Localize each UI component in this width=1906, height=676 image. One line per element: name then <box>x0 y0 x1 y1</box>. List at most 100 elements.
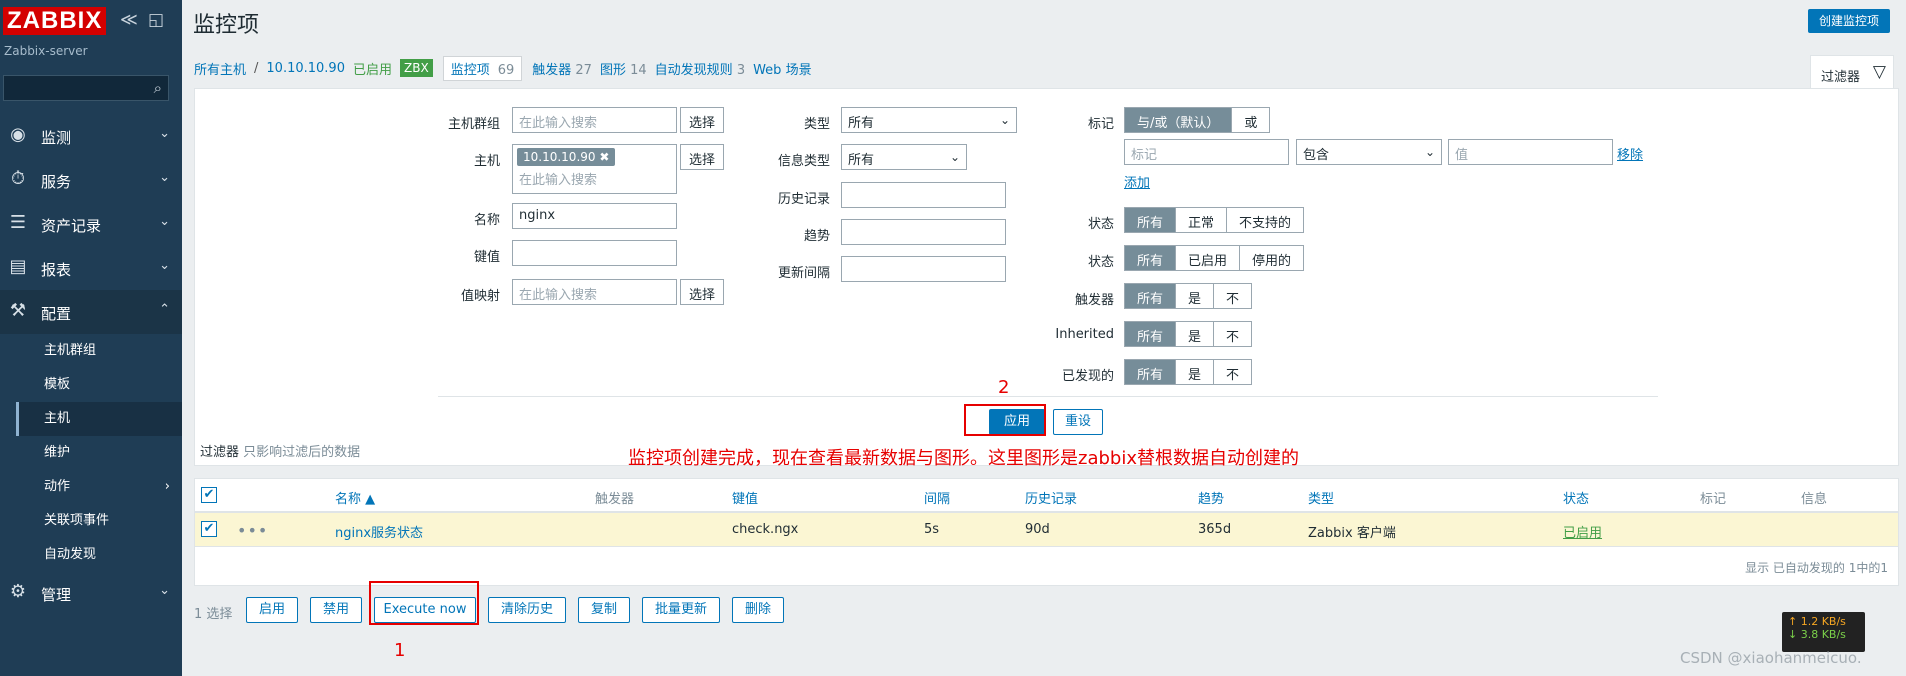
breadcrumb-all-hosts[interactable]: 所有主机 <box>194 59 246 78</box>
inherited-no-option[interactable]: 不 <box>1214 322 1251 346</box>
mass-enable-button[interactable]: 启用 <box>246 597 298 623</box>
nav-reports[interactable]: ▤ 报表 ⌄ <box>0 246 182 290</box>
state-normal-option[interactable]: 正常 <box>1176 208 1228 232</box>
type-select[interactable]: 所有 ⌄ <box>841 107 1017 133</box>
discovered-all-option[interactable]: 所有 <box>1125 360 1177 384</box>
add-tag-link[interactable]: 添加 <box>1124 172 1150 191</box>
state-all-option[interactable]: 所有 <box>1125 208 1177 232</box>
update-interval-input[interactable] <box>841 256 1006 282</box>
tag-name-input[interactable]: 标记 <box>1124 139 1289 165</box>
remove-chip-icon[interactable]: ✖ <box>599 150 609 164</box>
item-trends: 365d <box>1198 522 1232 537</box>
more-actions-icon[interactable]: ••• <box>237 521 268 540</box>
filter-tab[interactable]: 过滤器 ▽ <box>1810 55 1894 89</box>
host-select-button[interactable]: 选择 <box>680 144 725 170</box>
nav-monitoring[interactable]: ◉ 监测 ⌄ <box>0 114 182 158</box>
sidebar-item-host-groups[interactable]: 主机群组 <box>16 334 182 368</box>
copy-button[interactable]: 复制 <box>578 597 630 623</box>
triggers-no-option[interactable]: 不 <box>1214 284 1251 308</box>
update-interval-label: 更新间隔 <box>777 266 830 281</box>
sidebar-item-templates[interactable]: 模板 <box>16 368 182 402</box>
selected-count: 1 选择 <box>194 607 233 622</box>
chevron-down-icon: ⌄ <box>159 214 170 229</box>
delete-button[interactable]: 删除 <box>732 597 784 623</box>
trends-input[interactable] <box>841 219 1006 245</box>
state-unsupported-option[interactable]: 不支持的 <box>1227 208 1303 232</box>
value-map-input[interactable]: 在此输入搜索 <box>512 279 677 305</box>
host-chip: 10.10.10.90 ✖ <box>517 148 616 166</box>
sidebar-search-input[interactable]: ⌕ <box>3 75 169 101</box>
status-all-option[interactable]: 所有 <box>1125 246 1177 270</box>
nav-configuration-label: 配置 <box>41 305 72 323</box>
tab-triggers[interactable]: 触发器 27 <box>532 59 592 78</box>
key-input[interactable] <box>512 240 677 266</box>
sidebar-item-event-correlation[interactable]: 关联项事件 <box>16 504 182 538</box>
host-placeholder: 在此输入搜索 <box>519 173 598 188</box>
collapse-sidebar-icon[interactable]: ≪ <box>120 10 138 30</box>
tab-graphs[interactable]: 图形 14 <box>600 59 647 78</box>
host-multiselect[interactable]: 10.10.10.90 ✖ 在此输入搜索 <box>512 144 677 194</box>
reset-button[interactable]: 重设 <box>1053 409 1103 435</box>
inherited-yes-option[interactable]: 是 <box>1176 322 1215 346</box>
nav-administration[interactable]: ⚙ 管理 ⌄ <box>0 571 182 615</box>
search-icon[interactable]: ⌕ <box>154 79 162 97</box>
kiosk-mode-icon[interactable]: ◱ <box>148 10 164 30</box>
create-item-button[interactable]: 创建监控项 <box>1808 9 1891 33</box>
column-type[interactable]: 类型 <box>1308 488 1334 507</box>
name-label: 名称 <box>473 213 500 228</box>
clear-history-button[interactable]: 清除历史 <box>488 597 566 623</box>
tab-web-scenarios[interactable]: Web 场景 <box>753 59 811 78</box>
tab-items[interactable]: 监控项 69 <box>442 55 523 81</box>
nav-reports-label: 报表 <box>41 261 72 279</box>
column-interval[interactable]: 间隔 <box>924 488 950 507</box>
mass-update-button[interactable]: 批量更新 <box>642 597 720 623</box>
nav-inventory[interactable]: ☰ 资产记录 ⌄ <box>0 202 182 246</box>
name-input[interactable]: nginx <box>512 203 677 229</box>
column-trends[interactable]: 趋势 <box>1198 488 1224 507</box>
column-name[interactable]: 名称 ▲ <box>335 488 375 507</box>
remove-tag-link[interactable]: 移除 <box>1617 144 1643 163</box>
annotation-box-execute <box>369 581 479 625</box>
column-key[interactable]: 键值 <box>732 488 758 507</box>
item-name-link[interactable]: nginx服务状态 <box>335 522 423 541</box>
tab-discovery-rules[interactable]: 自动发现规则 3 <box>655 59 745 78</box>
triggers-yes-option[interactable]: 是 <box>1176 284 1215 308</box>
history-input[interactable] <box>841 182 1006 208</box>
nav-configuration[interactable]: ⚒ 配置 ⌃ <box>0 290 182 334</box>
host-status-enabled: 已启用 <box>352 62 392 78</box>
mass-disable-button[interactable]: 禁用 <box>310 597 362 623</box>
tag-value-input[interactable]: 值 <box>1448 139 1613 165</box>
value-map-select-button[interactable]: 选择 <box>680 279 725 305</box>
chevron-right-icon: › <box>164 479 170 494</box>
info-type-select[interactable]: 所有 ⌄ <box>841 144 967 170</box>
tag-operator-select[interactable]: 包含 ⌄ <box>1296 139 1442 165</box>
host-group-input[interactable]: 在此输入搜索 <box>512 107 677 133</box>
nav-services[interactable]: ⏱ 服务 ⌄ <box>0 158 182 202</box>
item-status-link[interactable]: 已启用 <box>1563 522 1602 541</box>
sidebar-item-discovery[interactable]: 自动发现 <box>16 538 182 572</box>
tags-and-or-option[interactable]: 与/或（默认） <box>1125 108 1233 132</box>
discovered-yes-option[interactable]: 是 <box>1176 360 1215 384</box>
inherited-all-option[interactable]: 所有 <box>1125 322 1177 346</box>
sidebar-item-hosts[interactable]: 主机 <box>16 402 182 436</box>
triggers-all-option[interactable]: 所有 <box>1125 284 1177 308</box>
breadcrumb-host[interactable]: 10.10.10.90 <box>266 61 345 76</box>
host-chip-label: 10.10.10.90 <box>523 150 596 164</box>
host-group-select-button[interactable]: 选择 <box>680 107 725 133</box>
filter-tab-label: 过滤器 <box>1821 70 1861 85</box>
breadcrumb-separator: / <box>254 60 259 76</box>
item-interval: 5s <box>924 522 940 537</box>
sidebar-item-maintenance[interactable]: 维护 <box>16 436 182 470</box>
tags-or-option[interactable]: 或 <box>1232 108 1269 132</box>
nav-administration-label: 管理 <box>41 586 72 604</box>
status-disabled-option[interactable]: 停用的 <box>1240 246 1303 270</box>
sidebar-item-actions[interactable]: 动作 › <box>16 470 182 504</box>
row-checkbox[interactable]: ✔ <box>201 521 217 537</box>
select-all-checkbox[interactable]: ✔ <box>201 487 217 503</box>
wrench-icon: ⚒ <box>9 300 27 321</box>
zabbix-logo[interactable]: ZABBIX <box>3 7 107 35</box>
status-enabled-option[interactable]: 已启用 <box>1176 246 1241 270</box>
column-status[interactable]: 状态 <box>1563 488 1589 507</box>
discovered-no-option[interactable]: 不 <box>1214 360 1251 384</box>
column-history[interactable]: 历史记录 <box>1025 488 1077 507</box>
